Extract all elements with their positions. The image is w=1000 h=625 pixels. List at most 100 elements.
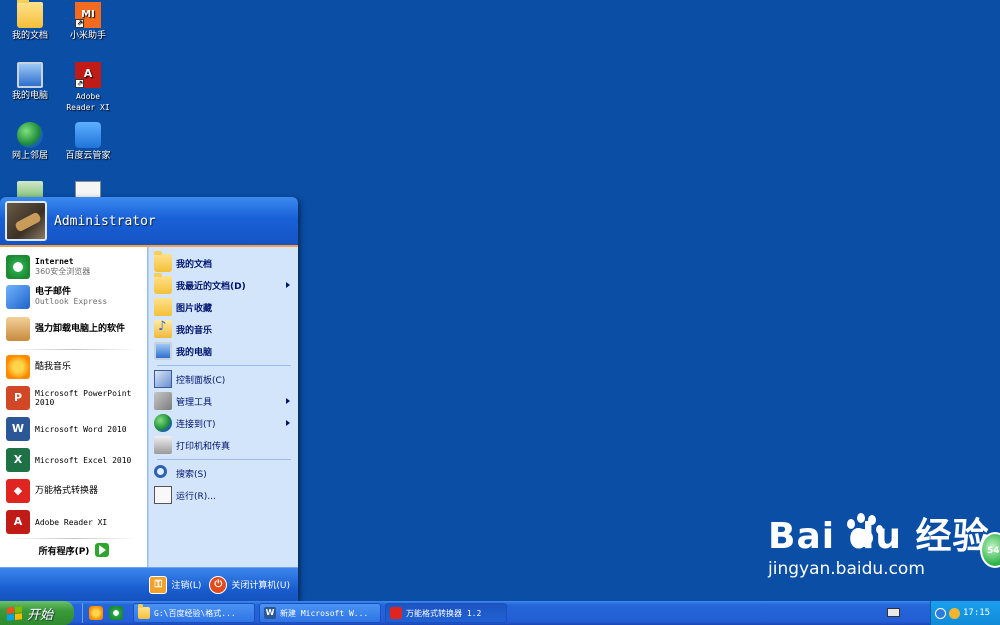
submenu-arrow-icon xyxy=(286,398,290,404)
start-menu-header: Administrator xyxy=(0,197,298,247)
program-title: Microsoft PowerPoint 2010 xyxy=(35,389,132,407)
place-pictures[interactable]: 图片收藏 xyxy=(154,297,294,317)
program-uninstall[interactable]: 强力卸载电脑上的软件 xyxy=(6,317,144,341)
separator xyxy=(157,365,291,366)
place-label: 打印机和传真 xyxy=(176,441,231,452)
task-button-format-converter[interactable]: 万能格式转换器 1.2 xyxy=(385,603,507,623)
format-converter-icon xyxy=(390,607,402,619)
place-label: 搜索(S) xyxy=(176,469,207,480)
kuwo-music-icon xyxy=(6,355,30,379)
keyboard-icon[interactable] xyxy=(887,608,900,617)
quick-launch-browser-icon[interactable] xyxy=(109,606,123,620)
program-subtitle: Outlook Express xyxy=(35,297,108,306)
desktop-icon-network-places[interactable]: 网上邻居 xyxy=(0,122,60,162)
program-title: 酷我音乐 xyxy=(35,361,72,372)
program-title: 强力卸载电脑上的软件 xyxy=(35,324,126,334)
program-email[interactable]: 电子邮件 Outlook Express xyxy=(6,285,144,309)
power-icon: ⏻ xyxy=(209,575,228,594)
admin-tools-icon xyxy=(154,392,172,410)
excel-icon: X xyxy=(6,448,30,472)
program-word[interactable]: W Microsoft Word 2010 xyxy=(6,417,144,441)
desktop-icon-adobe-reader[interactable]: A ↗ Adobe Reader XI xyxy=(58,62,118,113)
place-recent-documents[interactable]: 我最近的文档(D) xyxy=(154,273,294,295)
desktop-icon-baidu-cloud[interactable]: 百度云管家 xyxy=(58,122,118,162)
place-label: 我的电脑 xyxy=(176,347,213,358)
quick-launch-app-icon[interactable] xyxy=(89,606,103,620)
connect-icon xyxy=(154,414,172,432)
my-documents-icon xyxy=(17,0,43,28)
program-kuwo-music[interactable]: 酷我音乐 xyxy=(6,355,144,379)
place-label: 我的音乐 xyxy=(176,325,213,336)
program-title: 电子邮件 xyxy=(35,287,72,297)
place-my-music[interactable]: 我的音乐 xyxy=(154,319,294,339)
baidu-paw-icon xyxy=(843,513,885,553)
submenu-arrow-icon xyxy=(286,420,290,426)
start-menu-footer: ⚿ 注销(L) ⏻ 关闭计算机(U) xyxy=(0,567,298,601)
tray-expand-icon[interactable] xyxy=(935,607,946,619)
start-menu: Administrator Internet 360安全浏览器 电子邮件 Out… xyxy=(0,197,298,601)
program-internet[interactable]: Internet 360安全浏览器 xyxy=(6,255,144,279)
program-title: 万能格式转换器 xyxy=(35,485,99,496)
place-admin-tools[interactable]: 管理工具 xyxy=(154,391,294,411)
avatar[interactable] xyxy=(5,201,47,241)
program-adobe-reader[interactable]: A Adobe Reader XI xyxy=(6,510,144,534)
printer-icon xyxy=(154,436,172,454)
search-icon xyxy=(154,465,167,478)
task-label: 万能格式转换器 1.2 xyxy=(406,608,482,618)
task-button-explorer[interactable]: G:\百度经验\格式... xyxy=(133,603,255,623)
network-places-icon xyxy=(17,122,43,148)
place-search[interactable]: 搜索(S) xyxy=(154,463,294,483)
logoff-button[interactable]: ⚿ 注销(L) xyxy=(149,575,201,594)
computer-icon xyxy=(154,342,172,360)
places-menu: 我的文档 我最近的文档(D) 图片收藏 我的音乐 我的电脑 xyxy=(148,247,298,567)
task-label: 新建 Microsoft W... xyxy=(280,608,369,618)
shutdown-button[interactable]: ⏻ 关闭计算机(U) xyxy=(209,575,290,594)
program-excel[interactable]: X Microsoft Excel 2010 xyxy=(6,448,144,472)
quick-launch xyxy=(82,603,129,623)
desktop-icon-label: 我的文档 xyxy=(11,31,48,41)
tray-app-icon[interactable] xyxy=(949,607,960,619)
run-icon xyxy=(154,486,172,504)
uninstall-icon xyxy=(6,317,30,341)
separator xyxy=(8,349,138,350)
desktop-icon-label: 网上邻居 xyxy=(11,151,48,161)
program-subtitle: 360安全浏览器 xyxy=(35,267,91,276)
place-run[interactable]: 运行(R)... xyxy=(154,485,294,505)
program-powerpoint[interactable]: P Microsoft PowerPoint 2010 xyxy=(6,386,144,410)
adobe-reader-icon: A xyxy=(6,510,30,534)
place-connect-to[interactable]: 连接到(T) xyxy=(154,413,294,433)
baidu-watermark: Bai du 经验 jingyan.baidu.com xyxy=(768,513,990,579)
all-programs-button[interactable]: 所有程序(P) xyxy=(0,533,148,567)
ie-icon xyxy=(6,255,30,279)
program-title: Microsoft Word 2010 xyxy=(35,424,127,434)
windows-logo-icon xyxy=(7,605,22,621)
email-icon xyxy=(6,285,30,309)
key-icon: ⚿ xyxy=(149,575,168,594)
powerpoint-icon: P xyxy=(6,386,30,410)
place-printers[interactable]: 打印机和传真 xyxy=(154,435,294,455)
program-title: Microsoft Excel 2010 xyxy=(35,455,132,465)
adobe-reader-icon: A ↗ xyxy=(75,62,101,88)
baidu-cloud-icon xyxy=(75,122,101,148)
my-computer-icon xyxy=(17,62,43,88)
place-my-documents[interactable]: 我的文档 xyxy=(154,251,294,273)
word-icon: W xyxy=(264,607,276,619)
clock[interactable]: 17:15 xyxy=(963,608,990,618)
start-button[interactable]: 开始 xyxy=(0,601,74,625)
word-icon: W xyxy=(6,417,30,441)
task-button-word[interactable]: W 新建 Microsoft W... xyxy=(259,603,381,623)
place-control-panel[interactable]: 控制面板(C) xyxy=(154,369,294,389)
watermark-url: jingyan.baidu.com xyxy=(768,559,925,579)
folder-icon xyxy=(154,273,172,294)
desktop-icon-label: 小米助手 xyxy=(69,31,106,41)
mi-assistant-icon: MI ↗ xyxy=(75,2,101,28)
place-label: 管理工具 xyxy=(176,397,213,408)
program-format-converter[interactable]: ◆ 万能格式转换器 xyxy=(6,479,144,503)
desktop-icon-my-documents[interactable]: 我的文档 xyxy=(0,0,60,42)
desktop-icon-mi-assistant[interactable]: MI ↗ 小米助手 xyxy=(58,2,118,42)
place-my-computer[interactable]: 我的电脑 xyxy=(154,341,294,361)
desktop-icon-my-computer[interactable]: 我的电脑 xyxy=(0,62,60,102)
start-label: 开始 xyxy=(27,607,54,623)
all-programs-label: 所有程序(P) xyxy=(38,546,90,557)
user-name: Administrator xyxy=(54,213,156,229)
